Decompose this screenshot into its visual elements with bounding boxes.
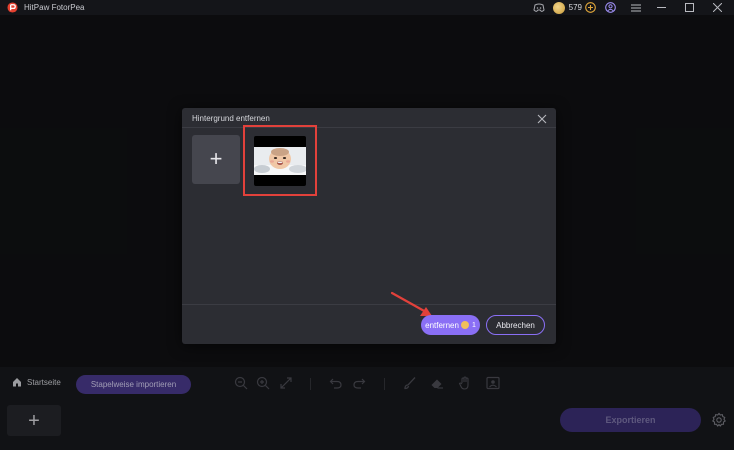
close-icon[interactable] (700, 0, 734, 15)
app-title: HitPaw FotorPea (24, 3, 85, 12)
discord-icon[interactable] (531, 0, 547, 15)
dialog-footer-divider (182, 304, 556, 305)
dialog-header-divider (182, 127, 556, 128)
coin-icon (552, 1, 565, 14)
app-logo-icon (7, 2, 18, 13)
cancel-button[interactable]: Abbrechen (486, 315, 545, 335)
remove-background-button[interactable]: entfernen 1 (421, 315, 480, 335)
remove-cost: 1 (471, 321, 476, 329)
dialog-title: Hintergrund entfernen (192, 114, 270, 123)
remove-background-dialog: Hintergrund entfernen + (182, 108, 556, 344)
add-tile-plus: + (209, 145, 223, 171)
credits-display[interactable]: 579 (552, 1, 582, 14)
menu-icon[interactable] (628, 0, 644, 15)
image-thumbnail[interactable] (254, 136, 306, 186)
baby-photo (254, 147, 306, 175)
minimize-icon[interactable] (644, 0, 678, 15)
remove-button-label: entfernen (425, 320, 459, 330)
coin-icon (460, 321, 469, 329)
maximize-icon[interactable] (678, 0, 700, 15)
dialog-close-icon[interactable] (536, 113, 548, 125)
add-image-tile[interactable]: + (192, 135, 240, 184)
account-icon[interactable] (602, 0, 618, 15)
credits-count: 579 (568, 3, 582, 12)
selected-image-highlight (243, 125, 317, 196)
title-bar: HitPaw FotorPea 579 (0, 0, 734, 15)
add-credits-icon[interactable] (582, 0, 598, 15)
